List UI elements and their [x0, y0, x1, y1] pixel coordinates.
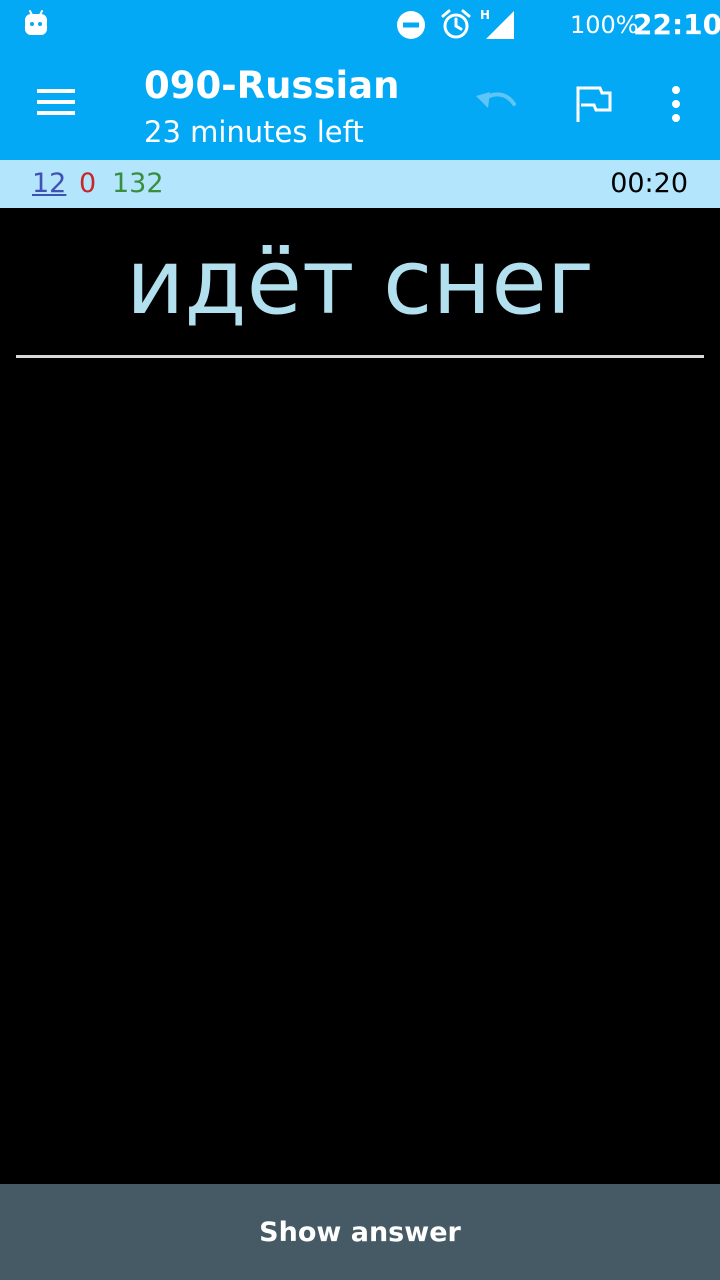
card-timer: 00:20 [610, 168, 688, 199]
battery-level: 100% [570, 11, 639, 39]
cell-signal-icon: H [480, 8, 514, 39]
time-remaining: 23 minutes left [144, 115, 364, 149]
new-count: 12 [32, 168, 67, 199]
deck-title: 090-Russian [144, 64, 400, 107]
flag-icon[interactable] [566, 78, 618, 130]
hamburger-menu-icon[interactable] [26, 72, 86, 132]
card-counts-bar: 12 0 132 00:20 [0, 160, 720, 208]
svg-text:H: H [480, 8, 490, 22]
status-clock: 22:10 [633, 8, 720, 41]
app-bar: 090-Russian 23 minutes left [0, 48, 720, 160]
do-not-disturb-icon [397, 11, 425, 39]
review-count: 132 [112, 168, 164, 199]
question-divider [16, 355, 704, 358]
undo-icon[interactable] [470, 78, 522, 130]
show-answer-button[interactable]: Show answer [0, 1184, 720, 1280]
alarm-icon [441, 9, 471, 39]
card-content[interactable]: идёт снег [0, 208, 720, 1184]
card-question: идёт снег [125, 230, 595, 335]
learning-count: 0 [79, 168, 97, 199]
overflow-menu-icon[interactable] [652, 78, 700, 130]
android-debug-icon [25, 10, 47, 35]
status-bar: H 100% 22:10 [0, 0, 720, 48]
